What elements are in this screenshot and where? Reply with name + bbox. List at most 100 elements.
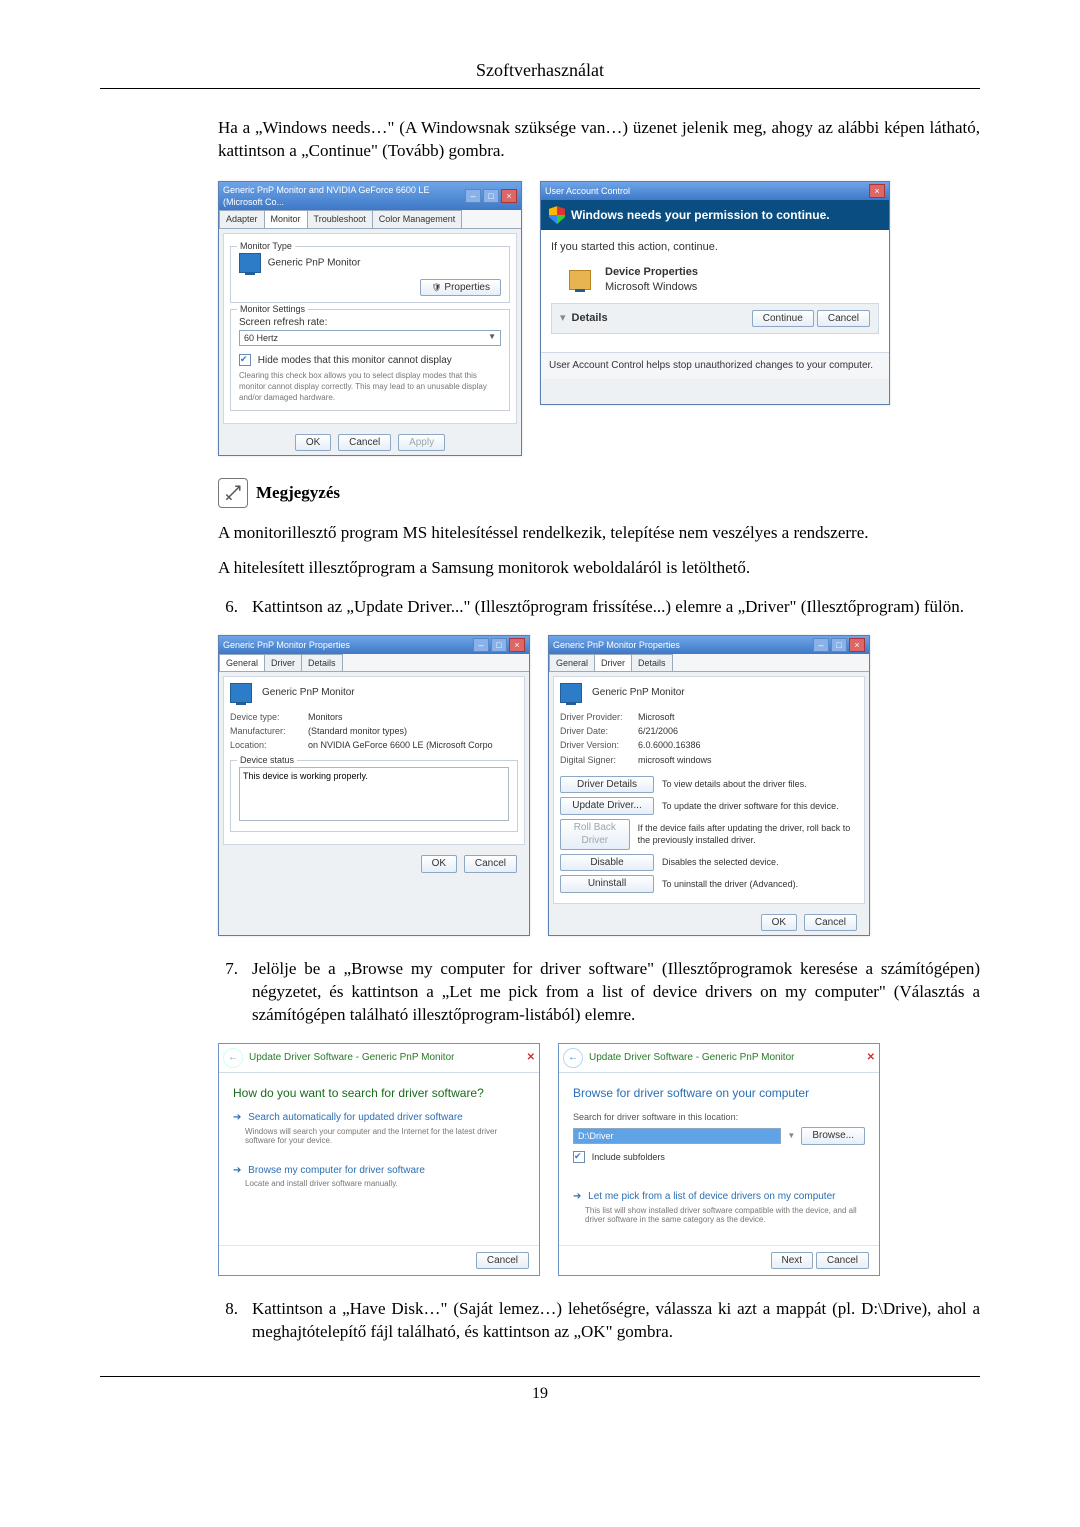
uac-app-name: Device Properties — [605, 265, 698, 280]
maximize-icon[interactable]: □ — [491, 638, 507, 652]
option-pick-from-list[interactable]: ➔ Let me pick from a list of device driv… — [573, 1190, 865, 1204]
apply-button[interactable]: Apply — [398, 434, 445, 452]
tab-color-management[interactable]: Color Management — [372, 210, 463, 227]
rollback-driver-desc: If the device fails after updating the d… — [638, 822, 858, 846]
tab-adapter[interactable]: Adapter — [219, 210, 265, 227]
tab-driver[interactable]: Driver — [594, 654, 632, 671]
uninstall-button[interactable]: Uninstall — [560, 875, 654, 893]
ok-button[interactable]: OK — [295, 434, 331, 452]
ok-button[interactable]: OK — [761, 914, 797, 932]
maximize-icon[interactable]: □ — [831, 638, 847, 652]
note-paragraph-2: A hitelesített illesztőprogram a Samsung… — [218, 557, 980, 580]
hide-modes-checkbox[interactable] — [239, 354, 251, 366]
header-rule — [100, 88, 980, 89]
continue-button[interactable]: Continue — [752, 310, 814, 328]
driver-details-desc: To view details about the driver files. — [662, 778, 807, 790]
refresh-rate-select[interactable]: 60 Hertz ▼ — [239, 330, 501, 346]
close-icon[interactable]: × — [509, 638, 525, 652]
cancel-button[interactable]: Cancel — [817, 310, 870, 328]
device-type-key: Device type: — [230, 711, 308, 723]
include-subfolders-checkbox[interactable] — [573, 1151, 585, 1163]
monitor-settings-group-caption: Monitor Settings — [237, 303, 308, 315]
uac-title: User Account Control — [545, 185, 630, 197]
prop-general-dialog: Generic PnP Monitor Properties – □ × Gen… — [218, 635, 530, 936]
close-icon[interactable]: × — [849, 638, 865, 652]
tab-troubleshoot[interactable]: Troubleshoot — [307, 210, 373, 227]
arrow-icon: ➔ — [233, 1112, 241, 1123]
wizard-crumb: Update Driver Software - Generic PnP Mon… — [589, 1051, 794, 1065]
uac-publisher: Microsoft Windows — [605, 280, 698, 295]
note-icon — [218, 478, 248, 508]
update-driver-desc: To update the driver software for this d… — [662, 800, 839, 812]
note-paragraph-1: A monitorillesztő program MS hitelesítés… — [218, 522, 980, 545]
browse-button[interactable]: Browse... — [801, 1127, 865, 1145]
monitor-name-label: Generic PnP Monitor — [268, 257, 361, 268]
driver-details-button[interactable]: Driver Details — [560, 776, 654, 794]
arrow-icon: ➔ — [233, 1165, 241, 1176]
app-icon — [569, 270, 591, 290]
update-driver-button[interactable]: Update Driver... — [560, 797, 654, 815]
next-button[interactable]: Next — [771, 1252, 814, 1270]
include-subfolders-label: Include subfolders — [592, 1152, 665, 1162]
cancel-button[interactable]: Cancel — [464, 855, 517, 873]
uninstall-desc: To uninstall the driver (Advanced). — [662, 878, 798, 890]
rollback-driver-button[interactable]: Roll Back Driver — [560, 819, 630, 850]
minimize-icon[interactable]: – — [813, 638, 829, 652]
cancel-button[interactable]: Cancel — [338, 434, 391, 452]
driver-date-value: 6/21/2006 — [638, 725, 678, 737]
path-input[interactable]: D:\Driver — [573, 1128, 781, 1144]
ok-button[interactable]: OK — [421, 855, 457, 873]
intro-paragraph: Ha a „Windows needs…" (A Windowsnak szük… — [218, 117, 980, 163]
step-number: 8. — [218, 1298, 238, 1344]
monitor-type-group-caption: Monitor Type — [237, 240, 295, 252]
disable-button[interactable]: Disable — [560, 854, 654, 872]
tab-details[interactable]: Details — [631, 654, 673, 671]
tab-general[interactable]: General — [219, 654, 265, 671]
option-search-auto-desc: Windows will search your computer and th… — [245, 1127, 525, 1146]
maximize-icon[interactable]: □ — [483, 189, 499, 203]
device-status-text — [239, 767, 509, 821]
prop-general-title: Generic PnP Monitor Properties — [223, 639, 350, 651]
location-key: Location: — [230, 739, 308, 751]
minimize-icon[interactable]: – — [473, 638, 489, 652]
wizard-crumb: Update Driver Software - Generic PnP Mon… — [249, 1051, 454, 1065]
step7-text: Jelölje be a „Browse my computer for dri… — [252, 958, 980, 1027]
back-icon[interactable]: ← — [223, 1048, 243, 1068]
step-number: 7. — [218, 958, 238, 1027]
properties-button[interactable]: 🛡 Properties — [420, 279, 501, 297]
chevron-down-icon[interactable]: ▾ — [560, 311, 566, 326]
manufacturer-key: Manufacturer: — [230, 725, 308, 737]
cancel-button[interactable]: Cancel — [476, 1252, 529, 1270]
hide-modes-description: Clearing this check box allows you to se… — [239, 371, 501, 403]
chevron-down-icon[interactable]: ▼ — [787, 1131, 795, 1142]
option-search-auto[interactable]: ➔ Search automatically for updated drive… — [233, 1111, 525, 1125]
minimize-icon[interactable]: – — [465, 189, 481, 203]
tab-monitor[interactable]: Monitor — [264, 210, 308, 227]
prop-driver-dialog: Generic PnP Monitor Properties – □ × Gen… — [548, 635, 870, 936]
close-icon[interactable]: × — [501, 189, 517, 203]
uac-if-started: If you started this action, continue. — [551, 240, 879, 255]
page-header-title: Szoftverhasználat — [100, 58, 980, 82]
driver-date-key: Driver Date: — [560, 725, 638, 737]
back-icon[interactable]: ← — [563, 1048, 583, 1068]
close-icon[interactable]: ✕ — [867, 1051, 875, 1065]
tab-details[interactable]: Details — [301, 654, 343, 671]
location-value: on NVIDIA GeForce 6600 LE (Microsoft Cor… — [308, 739, 493, 751]
option-browse[interactable]: ➔ Browse my computer for driver software — [233, 1164, 525, 1178]
uac-details-toggle[interactable]: Details — [572, 311, 608, 326]
monitor-icon — [230, 683, 252, 703]
wizard-browse-dialog: ← Update Driver Software - Generic PnP M… — [558, 1043, 880, 1277]
close-icon[interactable]: × — [869, 184, 885, 198]
cancel-button[interactable]: Cancel — [804, 914, 857, 932]
tab-general[interactable]: General — [549, 654, 595, 671]
driver-version-value: 6.0.6000.16386 — [638, 739, 701, 751]
tab-driver[interactable]: Driver — [264, 654, 302, 671]
footer-rule — [100, 1376, 980, 1377]
monitor-properties-dialog: Generic PnP Monitor and NVIDIA GeForce 6… — [218, 181, 522, 456]
step6-text: Kattintson az „Update Driver..." (Illesz… — [252, 596, 980, 619]
close-icon[interactable]: ✕ — [527, 1051, 535, 1065]
prop-driver-title: Generic PnP Monitor Properties — [553, 639, 680, 651]
hide-modes-label: Hide modes that this monitor cannot disp… — [258, 355, 452, 366]
wizard-search-dialog: ← Update Driver Software - Generic PnP M… — [218, 1043, 540, 1277]
cancel-button[interactable]: Cancel — [816, 1252, 869, 1270]
